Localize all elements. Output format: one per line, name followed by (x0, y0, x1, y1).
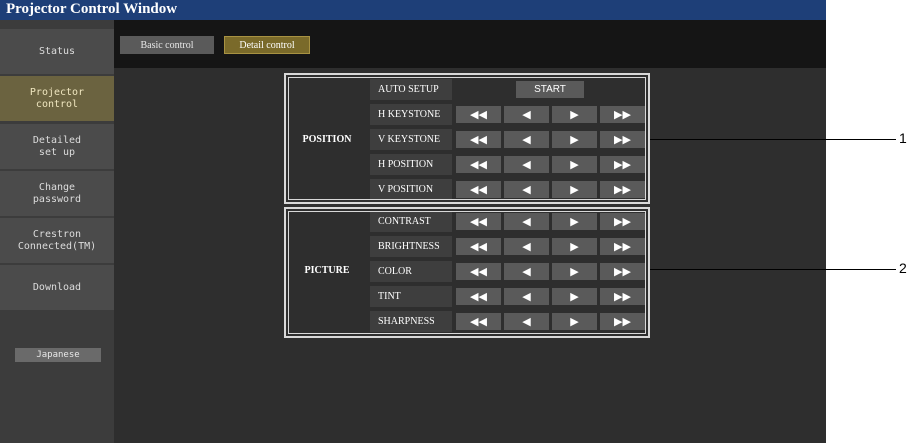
h-position-fast-decrease-button[interactable]: ◀◀ (456, 156, 501, 173)
v-position-label: V POSITION (370, 179, 452, 200)
color-fast-increase-button[interactable]: ▶▶ (600, 263, 645, 280)
title-bar: Projector Control Window (0, 0, 826, 20)
tab-bar: Basic control Detail control (114, 20, 826, 68)
brightness-fast-decrease-button[interactable]: ◀◀ (456, 238, 501, 255)
tab-detail-control[interactable]: Detail control (224, 36, 310, 54)
auto-setup-start-button[interactable]: START (516, 81, 584, 98)
tint-increase-button[interactable]: ▶ (552, 288, 597, 305)
picture-group-label: PICTURE (304, 265, 350, 276)
color-decrease-button[interactable]: ◀ (504, 263, 549, 280)
h-keystone-fast-decrease-button[interactable]: ◀◀ (456, 106, 501, 123)
brightness-fast-increase-button[interactable]: ▶▶ (600, 238, 645, 255)
contrast-decrease-button[interactable]: ◀ (504, 213, 549, 230)
v-position-decrease-button[interactable]: ◀ (504, 181, 549, 198)
color-label: COLOR (370, 261, 452, 282)
h-position-decrease-button[interactable]: ◀ (504, 156, 549, 173)
v-position-fast-increase-button[interactable]: ▶▶ (600, 181, 645, 198)
japanese-language-button[interactable]: Japanese (15, 348, 101, 362)
brightness-label: BRIGHTNESS (370, 236, 452, 257)
v-keystone-fast-increase-button[interactable]: ▶▶ (600, 131, 645, 148)
callout-line-1 (650, 139, 896, 140)
sidebar: Status Projector control Detailed set up… (0, 20, 114, 443)
sharpness-increase-button[interactable]: ▶ (552, 313, 597, 330)
contrast-label: CONTRAST (370, 211, 452, 232)
callout-number-1: 1 (899, 130, 907, 146)
color-increase-button[interactable]: ▶ (552, 263, 597, 280)
sidebar-item-change-password[interactable]: Change password (0, 171, 114, 216)
h-position-fast-increase-button[interactable]: ▶▶ (600, 156, 645, 173)
position-group: POSITION AUTO SETUP START H KEYSTONE ◀◀ … (284, 73, 650, 204)
sidebar-item-detailed-setup[interactable]: Detailed set up (0, 124, 114, 169)
contrast-fast-decrease-button[interactable]: ◀◀ (456, 213, 501, 230)
v-keystone-label: V KEYSTONE (370, 129, 452, 150)
sharpness-decrease-button[interactable]: ◀ (504, 313, 549, 330)
brightness-increase-button[interactable]: ▶ (552, 238, 597, 255)
h-keystone-fast-increase-button[interactable]: ▶▶ (600, 106, 645, 123)
v-position-increase-button[interactable]: ▶ (552, 181, 597, 198)
contrast-increase-button[interactable]: ▶ (552, 213, 597, 230)
tint-fast-increase-button[interactable]: ▶▶ (600, 288, 645, 305)
position-group-label: POSITION (302, 134, 352, 145)
contrast-fast-increase-button[interactable]: ▶▶ (600, 213, 645, 230)
tint-fast-decrease-button[interactable]: ◀◀ (456, 288, 501, 305)
sharpness-fast-increase-button[interactable]: ▶▶ (600, 313, 645, 330)
sharpness-fast-decrease-button[interactable]: ◀◀ (456, 313, 501, 330)
v-keystone-decrease-button[interactable]: ◀ (504, 131, 549, 148)
auto-setup-label: AUTO SETUP (370, 79, 452, 100)
h-keystone-decrease-button[interactable]: ◀ (504, 106, 549, 123)
v-position-fast-decrease-button[interactable]: ◀◀ (456, 181, 501, 198)
h-position-label: H POSITION (370, 154, 452, 175)
callout-number-2: 2 (899, 260, 907, 276)
sidebar-item-status[interactable]: Status (0, 29, 114, 74)
window-title: Projector Control Window (6, 1, 178, 17)
projector-control-window: Projector Control Window Status Projecto… (0, 0, 826, 443)
sidebar-item-projector-control[interactable]: Projector control (0, 76, 114, 121)
v-keystone-increase-button[interactable]: ▶ (552, 131, 597, 148)
sharpness-label: SHARPNESS (370, 311, 452, 332)
sidebar-item-crestron-connected[interactable]: Crestron Connected(TM) (0, 218, 114, 263)
v-keystone-fast-decrease-button[interactable]: ◀◀ (456, 131, 501, 148)
tint-decrease-button[interactable]: ◀ (504, 288, 549, 305)
tab-basic-control[interactable]: Basic control (120, 36, 214, 54)
callout-line-2 (650, 269, 896, 270)
sidebar-item-download[interactable]: Download (0, 265, 114, 310)
h-keystone-label: H KEYSTONE (370, 104, 452, 125)
h-position-increase-button[interactable]: ▶ (552, 156, 597, 173)
h-keystone-increase-button[interactable]: ▶ (552, 106, 597, 123)
brightness-decrease-button[interactable]: ◀ (504, 238, 549, 255)
tint-label: TINT (370, 286, 452, 307)
color-fast-decrease-button[interactable]: ◀◀ (456, 263, 501, 280)
picture-group: PICTURE CONTRAST ◀◀ ◀ ▶ ▶▶ BRIGHTNESS ◀◀… (284, 207, 650, 338)
